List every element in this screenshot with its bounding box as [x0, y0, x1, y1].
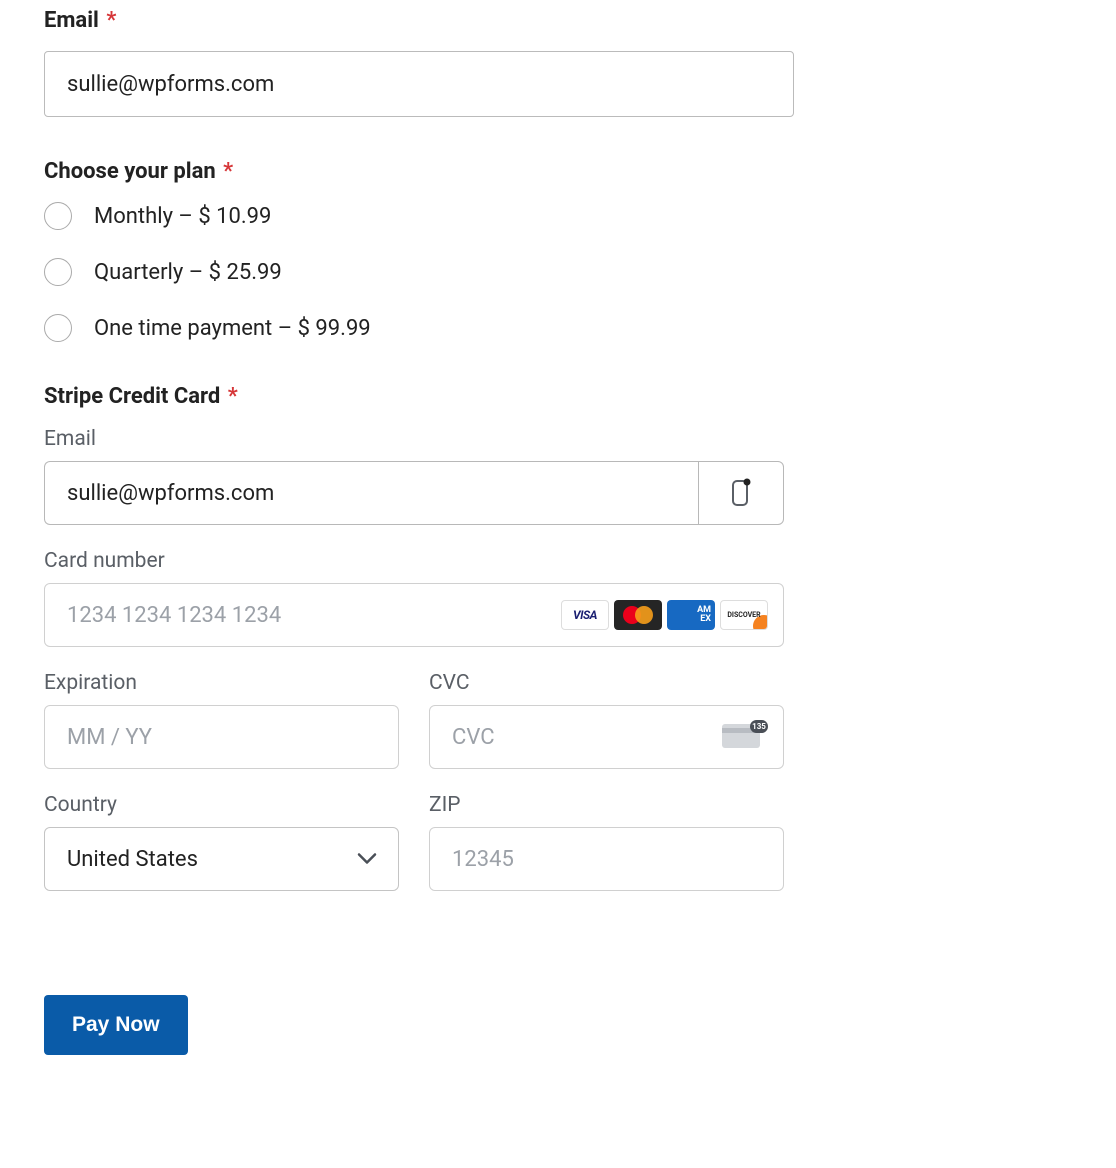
stripe-label: Stripe Credit Card *	[44, 384, 1072, 409]
stripe-email-label: Email	[44, 427, 784, 451]
country-label: Country	[44, 793, 399, 817]
plan-field-group: Choose your plan * Monthly – $ 10.99 Qua…	[44, 159, 1072, 342]
pay-now-button[interactable]: Pay Now	[44, 995, 188, 1055]
email-label: Email *	[44, 8, 1072, 33]
discover-icon: DISCOVER	[720, 600, 768, 630]
country-zip-row: Country United States ZIP	[44, 793, 784, 891]
country-field: Country United States	[44, 793, 399, 891]
stripe-email-field: Email	[44, 427, 784, 525]
stripe-email-wrapper	[44, 461, 784, 525]
autofill-button[interactable]	[698, 461, 784, 525]
card-brands: VISA AMEX DISCOVER	[561, 600, 768, 630]
svg-text:135: 135	[752, 722, 766, 731]
email-field-group: Email *	[44, 8, 1072, 117]
cvc-field: CVC 135	[429, 671, 784, 769]
email-label-text: Email	[44, 8, 99, 33]
plan-radio-list: Monthly – $ 10.99 Quarterly – $ 25.99 On…	[44, 202, 1072, 342]
required-mark: *	[228, 384, 238, 409]
required-mark: *	[106, 8, 116, 33]
stripe-email-input[interactable]	[44, 461, 698, 525]
email-input[interactable]	[44, 51, 794, 117]
plan-option-label: Quarterly – $ 25.99	[94, 260, 282, 285]
phone-icon	[727, 478, 755, 508]
stripe-label-text: Stripe Credit Card	[44, 384, 220, 409]
plan-option-onetime[interactable]: One time payment – $ 99.99	[44, 314, 1072, 342]
card-input-wrapper: VISA AMEX DISCOVER	[44, 583, 784, 647]
plan-label-text: Choose your plan	[44, 159, 216, 184]
stripe-field-group: Stripe Credit Card * Email Card number	[44, 384, 1072, 891]
zip-input[interactable]	[429, 827, 784, 891]
amex-icon: AMEX	[667, 600, 715, 630]
radio-circle-icon	[44, 258, 72, 286]
plan-option-label: One time payment – $ 99.99	[94, 316, 371, 341]
expiration-cvc-row: Expiration CVC 135	[44, 671, 784, 769]
country-select[interactable]: United States	[44, 827, 399, 891]
cvc-card-icon: 135	[722, 720, 768, 754]
stripe-section: Email Card number VISA	[44, 427, 784, 891]
plan-option-monthly[interactable]: Monthly – $ 10.99	[44, 202, 1072, 230]
plan-option-label: Monthly – $ 10.99	[94, 204, 271, 229]
visa-icon: VISA	[561, 600, 609, 630]
zip-label: ZIP	[429, 793, 784, 817]
expiration-label: Expiration	[44, 671, 399, 695]
plan-label: Choose your plan *	[44, 159, 1072, 184]
plan-option-quarterly[interactable]: Quarterly – $ 25.99	[44, 258, 1072, 286]
cvc-label: CVC	[429, 671, 784, 695]
card-number-label: Card number	[44, 549, 784, 573]
card-number-field: Card number VISA AMEX DISCOVER	[44, 549, 784, 647]
zip-field: ZIP	[429, 793, 784, 891]
required-mark: *	[223, 159, 233, 184]
radio-circle-icon	[44, 314, 72, 342]
mastercard-icon	[614, 600, 662, 630]
expiration-field: Expiration	[44, 671, 399, 769]
radio-circle-icon	[44, 202, 72, 230]
expiration-input[interactable]	[44, 705, 399, 769]
